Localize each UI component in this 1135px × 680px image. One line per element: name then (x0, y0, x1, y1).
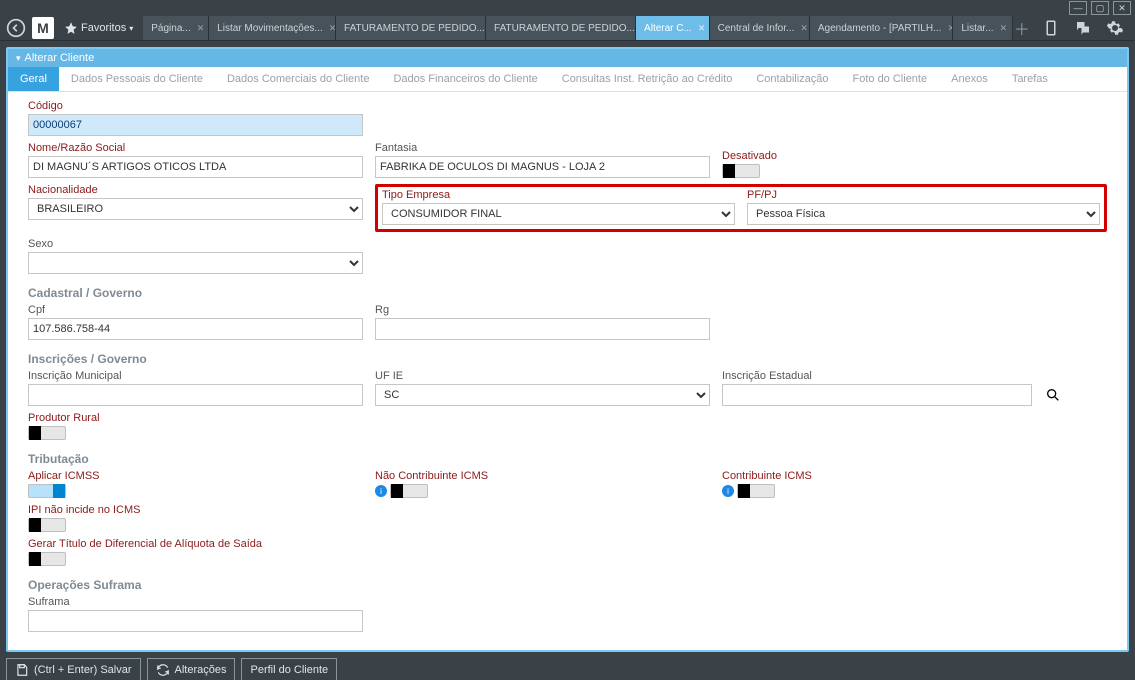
info-icon[interactable]: i (722, 485, 734, 497)
top-toolbar: M Favoritos▾ Página...✕ Listar Movimenta… (0, 16, 1135, 41)
contrib-toggle[interactable] (737, 484, 775, 498)
label-suframa: Suframa (28, 596, 363, 608)
alteracoes-button[interactable]: Alterações (147, 658, 236, 680)
top-tab-agendamento[interactable]: Agendamento - [PARTILH...✕ (810, 16, 953, 40)
label-contrib: Contribuinte ICMS (722, 470, 812, 482)
subtab-contabilizacao[interactable]: Contabilização (744, 67, 840, 91)
highlight-box: Tipo Empresa CONSUMIDOR FINAL PF/PJ Pess… (375, 184, 1107, 232)
label-gerar-titulo: Gerar Título de Diferencial de Alíquota … (28, 538, 262, 550)
close-icon[interactable]: ✕ (1000, 23, 1008, 34)
settings-icon[interactable] (1103, 16, 1127, 40)
codigo-input[interactable] (28, 114, 363, 136)
label-desativado: Desativado (722, 150, 777, 162)
top-tab-faturamento-2[interactable]: FATURAMENTO DE PEDIDO...✕ (486, 16, 636, 40)
close-icon[interactable]: ✕ (800, 23, 808, 34)
ipi-nao-incide-toggle[interactable] (28, 518, 66, 532)
titlebar: — ▢ ✕ (0, 0, 1135, 16)
top-tab-central-infor[interactable]: Central de Infor...✕ (710, 16, 810, 40)
form-scroll-area[interactable]: Código Nome/Razão Social Fantasia (8, 92, 1127, 650)
aplicar-icmss-toggle[interactable] (28, 484, 66, 498)
subtab-foto[interactable]: Foto do Cliente (841, 67, 940, 91)
favorites-menu[interactable]: Favoritos▾ (58, 21, 139, 35)
top-tab-faturamento-1[interactable]: FATURAMENTO DE PEDIDO...✕ (336, 16, 486, 40)
fantasia-input[interactable] (375, 156, 710, 178)
section-cadastral: Cadastral / Governo (28, 286, 1107, 300)
subtab-tarefas[interactable]: Tarefas (1000, 67, 1060, 91)
label-nacionalidade: Nacionalidade (28, 184, 363, 196)
label-sexo: Sexo (28, 238, 363, 250)
section-tributacao: Tributação (28, 452, 1107, 466)
top-tab-listar[interactable]: Listar...✕ (953, 16, 1012, 40)
subtab-anexos[interactable]: Anexos (939, 67, 1000, 91)
label-produtor-rural: Produtor Rural (28, 412, 100, 424)
label-ipi-nao-incide: IPI não incide no ICMS (28, 504, 141, 516)
close-icon[interactable]: ✕ (197, 23, 205, 34)
perfil-cliente-button[interactable]: Perfil do Cliente (241, 658, 337, 680)
info-icon[interactable]: i (375, 485, 387, 497)
sexo-select[interactable] (28, 252, 363, 274)
label-rg: Rg (375, 304, 710, 316)
search-insc-estadual-icon[interactable] (1044, 386, 1062, 404)
window-minimize-button[interactable]: — (1069, 1, 1087, 15)
nome-input[interactable] (28, 156, 363, 178)
frame-header[interactable]: Alterar Cliente (8, 49, 1127, 67)
label-insc-municipal: Inscrição Municipal (28, 370, 363, 382)
label-pfpj: PF/PJ (747, 189, 1100, 201)
insc-municipal-input[interactable] (28, 384, 363, 406)
desativado-toggle[interactable] (722, 164, 760, 178)
save-button[interactable]: (Ctrl + Enter) Salvar (6, 658, 141, 680)
back-button[interactable] (4, 16, 28, 40)
pfpj-select[interactable]: Pessoa Física (747, 203, 1100, 225)
label-fantasia: Fantasia (375, 142, 710, 154)
app-logo: M (32, 17, 54, 39)
suframa-input[interactable] (28, 610, 363, 632)
label-uf-ie: UF IE (375, 370, 710, 382)
rg-input[interactable] (375, 318, 710, 340)
cpf-input[interactable] (28, 318, 363, 340)
subtab-dados-financeiros[interactable]: Dados Financeiros do Cliente (381, 67, 549, 91)
window-maximize-button[interactable]: ▢ (1091, 1, 1109, 15)
clipboard-icon[interactable] (1039, 16, 1063, 40)
label-tipo-empresa: Tipo Empresa (382, 189, 735, 201)
label-aplicar-icmss: Aplicar ICMSS (28, 470, 363, 482)
subtab-consultas-credito[interactable]: Consultas Inst. Retrição ao Crédito (550, 67, 745, 91)
top-tabs: Página...✕ Listar Movimentações...✕ FATU… (143, 16, 1031, 40)
section-suframa: Operações Suframa (28, 578, 1107, 592)
label-cpf: Cpf (28, 304, 363, 316)
produtor-rural-toggle[interactable] (28, 426, 66, 440)
top-tab-listar-mov[interactable]: Listar Movimentações...✕ (209, 16, 336, 40)
insc-estadual-input[interactable] (722, 384, 1032, 406)
section-inscricoes: Inscrições / Governo (28, 352, 1107, 366)
nao-contrib-toggle[interactable] (390, 484, 428, 498)
close-icon[interactable]: ✕ (698, 23, 706, 34)
window-close-button[interactable]: ✕ (1113, 1, 1131, 15)
subtab-dados-pessoais[interactable]: Dados Pessoais do Cliente (59, 67, 215, 91)
label-nao-contrib: Não Contribuinte ICMS (375, 470, 710, 482)
tipo-empresa-select[interactable]: CONSUMIDOR FINAL (382, 203, 735, 225)
label-insc-estadual: Inscrição Estadual (722, 370, 1032, 382)
label-codigo: Código (28, 100, 363, 112)
subtab-geral[interactable]: Geral (8, 67, 59, 91)
top-tab-alterar-cliente[interactable]: Alterar C...✕ (636, 16, 710, 40)
close-icon[interactable]: ✕ (329, 23, 336, 34)
chat-icon[interactable] (1071, 16, 1095, 40)
subtab-dados-comerciais[interactable]: Dados Comerciais do Cliente (215, 67, 381, 91)
top-tab-pagina[interactable]: Página...✕ (143, 16, 209, 40)
label-nome: Nome/Razão Social (28, 142, 363, 154)
uf-ie-select[interactable]: SC (375, 384, 710, 406)
subtab-bar: Geral Dados Pessoais do Cliente Dados Co… (8, 67, 1127, 92)
action-bar: (Ctrl + Enter) Salvar Alterações Perfil … (0, 658, 1135, 680)
gerar-titulo-toggle[interactable] (28, 552, 66, 566)
nacionalidade-select[interactable]: BRASILEIRO (28, 198, 363, 220)
add-tab-button[interactable]: ＋ (1013, 16, 1031, 40)
